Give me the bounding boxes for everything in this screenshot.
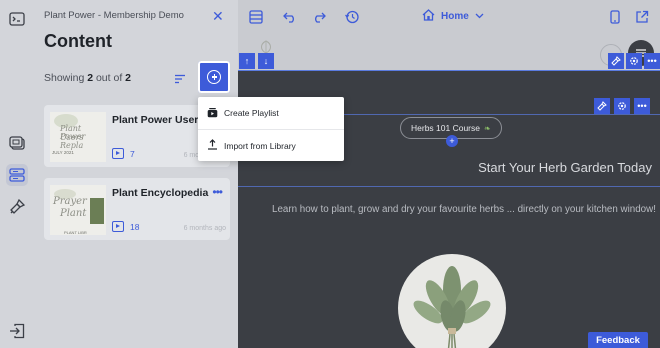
content-panel: Plant Power - Membership Demo ✕ Content … [34, 0, 238, 348]
pages-icon[interactable] [6, 132, 28, 154]
chevron-down-icon [475, 11, 484, 22]
mobile-icon[interactable] [607, 9, 623, 25]
left-rail [0, 0, 34, 348]
undo-icon[interactable] [282, 9, 298, 25]
import-library-item[interactable]: Import from Library [198, 129, 344, 161]
course-button-label: Herbs 101 Course [411, 123, 480, 133]
logo-icon [256, 40, 276, 54]
more-options-icon[interactable]: ••• [644, 53, 660, 69]
thumb-line-2: Plant [60, 208, 87, 219]
preview-icon[interactable] [6, 8, 28, 30]
preview-header [238, 34, 660, 70]
top-toolbar: Home [238, 0, 660, 34]
create-playlist-label: Create Playlist [224, 108, 279, 118]
item-count: 18 [112, 221, 139, 232]
redo-icon[interactable] [311, 9, 327, 25]
section-outline [238, 70, 660, 71]
sort-icon[interactable] [174, 72, 186, 84]
sprout-icon: ❧ [483, 123, 491, 133]
hero-subtitle: Learn how to plant, grow and dry your fa… [272, 204, 656, 215]
move-down-icon[interactable]: ↓ [258, 53, 274, 69]
item-count: 7 [112, 148, 135, 159]
plant-photo [90, 198, 104, 224]
more-options-icon[interactable]: ••• [212, 186, 223, 198]
thumb-line-2: Users Repla [60, 133, 84, 150]
more-options-icon[interactable]: ••• [634, 98, 650, 114]
playlist-icon [112, 221, 124, 232]
page-selector-label: Home [441, 11, 469, 22]
move-up-icon[interactable]: ↑ [239, 53, 255, 69]
history-icon[interactable] [344, 9, 360, 25]
herb-image [398, 254, 506, 348]
design-icon[interactable] [6, 196, 28, 218]
page-selector[interactable]: Home [422, 9, 484, 24]
close-icon[interactable]: ✕ [212, 8, 224, 24]
content-icon[interactable] [6, 164, 28, 186]
item-count-value: 7 [130, 148, 135, 159]
playlist-thumbnail: Plant Power Users Repla JULY 2021 [50, 112, 106, 162]
demo-title: Plant Power - Membership Demo [44, 10, 184, 21]
gear-icon[interactable] [626, 53, 642, 69]
design-tool-icon[interactable] [594, 98, 610, 114]
thumb-date: PLANT LIBR [64, 230, 87, 235]
thumb-date: JULY 2021 [52, 150, 74, 155]
thumb-line-1: Prayer [53, 196, 87, 207]
design-tool-icon[interactable] [608, 53, 624, 69]
playlist-title[interactable]: Plant Encyclopedia [112, 187, 208, 199]
exit-icon[interactable] [6, 320, 28, 342]
updated-time: 6 months ago [183, 225, 226, 232]
item-count-value: 18 [130, 221, 140, 232]
layout-icon[interactable] [248, 9, 264, 25]
playlist-card[interactable]: Prayer Plant PLANT LIBR Plant Encycloped… [44, 178, 230, 240]
import-library-label: Import from Library [224, 140, 296, 151]
home-icon [422, 9, 435, 24]
playlist-thumbnail: Prayer Plant PLANT LIBR [50, 185, 106, 235]
playlist-icon [112, 148, 124, 159]
feedback-button[interactable]: Feedback [588, 332, 648, 348]
add-circle-icon [207, 70, 221, 84]
gear-icon[interactable] [614, 98, 630, 114]
playlist-title[interactable]: Plant Power Users [112, 114, 204, 126]
add-content-menu: Create Playlist Import from Library [198, 97, 344, 161]
showing-count-text: Showing 2 out of 2 [44, 72, 131, 84]
add-block-icon[interactable]: + [446, 135, 458, 147]
create-playlist-item[interactable]: Create Playlist [198, 97, 344, 129]
add-content-button[interactable] [198, 61, 230, 93]
playlist-add-icon [207, 107, 218, 120]
upload-icon [207, 139, 218, 152]
external-link-icon[interactable] [634, 9, 650, 25]
hero-title: Start Your Herb Garden Today [478, 160, 652, 175]
page-preview[interactable]: ↑ ↓ ••• ••• Herbs 101 Course ❧ + Start Y… [238, 34, 660, 348]
block-outline-bottom [238, 186, 660, 187]
panel-heading: Content [44, 31, 112, 51]
